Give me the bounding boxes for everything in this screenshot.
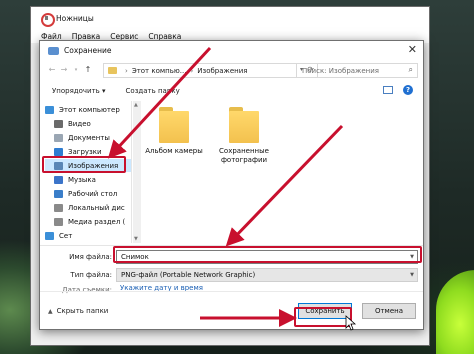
sidebar-item-label: Загрузки — [68, 147, 102, 156]
file-name: Альбом камеры — [145, 147, 203, 155]
sidebar-item-desktop[interactable]: Рабочий стол — [54, 187, 117, 200]
save-highlight — [294, 307, 352, 327]
dialog-title: Сохранение — [64, 46, 112, 55]
up-arrow-icon[interactable]: ↑ — [82, 65, 94, 74]
cancel-button[interactable]: Отмена — [362, 303, 416, 319]
scroll-down-icon[interactable]: ▼ — [134, 236, 138, 242]
breadcrumb-separator-icon: › — [125, 66, 128, 75]
file-item-camera-roll[interactable]: Альбом камеры — [144, 107, 204, 156]
filetype-value: PNG-файл (Portable Network Graphic) — [121, 271, 256, 279]
chevron-down-icon[interactable]: ▼ — [410, 272, 414, 278]
documents-icon — [54, 133, 63, 142]
view-options-icon[interactable] — [383, 86, 393, 94]
scissors-icon — [41, 13, 55, 27]
file-name: Сохраненные фотографии — [219, 147, 269, 164]
folder-icon — [108, 67, 117, 74]
sidebar-item-label: Медиа раздел ( — [68, 217, 126, 226]
hide-folders-label: Скрыть папки — [56, 307, 109, 315]
forward-arrow-icon[interactable]: → — [58, 65, 70, 74]
sidebar-item-documents[interactable]: Документы — [54, 131, 110, 144]
new-folder-button[interactable]: Создать папку — [126, 87, 180, 95]
filename-label: Имя файла: — [69, 253, 112, 261]
sidebar-item-label: Рабочий стол — [68, 189, 118, 198]
dialog-footer: ▲ Скрыть папки Сохранить Отмена — [40, 291, 423, 329]
breadcrumb-root[interactable]: Этот компью... — [132, 67, 187, 75]
file-item-saved-pictures[interactable]: Сохраненные фотографии — [214, 107, 274, 165]
sidebar-item-label: Локальный дис — [68, 203, 125, 212]
video-icon — [54, 119, 63, 128]
pictures-highlight — [42, 156, 126, 173]
folder-icon — [229, 107, 259, 143]
sidebar-item-video[interactable]: Видео — [54, 117, 91, 130]
hide-folders-toggle[interactable]: ▲ Скрыть папки — [48, 307, 108, 315]
filetype-label: Тип файла: — [70, 271, 112, 279]
save-dialog: Сохранение ✕ ← → ▾ ↑ › Этот компью... › … — [39, 40, 424, 330]
breadcrumb-current[interactable]: Изображения — [197, 67, 247, 75]
drive-icon — [54, 217, 63, 226]
filetype-select[interactable]: PNG-файл (Portable Network Graphic) ▼ — [116, 268, 418, 282]
sidebar-item-label: Этот компьютер — [59, 105, 120, 114]
filename-highlight — [113, 246, 422, 263]
sidebar-item-music[interactable]: Музыка — [54, 173, 96, 186]
sidebar-item-label: Сет — [59, 231, 73, 240]
sidebar-item-label: Музыка — [68, 175, 96, 184]
recent-dropdown-icon[interactable]: ▾ — [70, 67, 82, 73]
search-input[interactable]: Поиск: Изображения ⌕ — [296, 63, 418, 78]
address-bar[interactable]: › Этот компью... › Изображения ▾ ⟳ — [103, 63, 318, 78]
folder-icon — [159, 107, 189, 143]
sidebar-item-this-pc[interactable]: Этот компьютер — [45, 103, 120, 116]
sidebar-item-local-disk[interactable]: Локальный дис — [54, 201, 125, 214]
dialog-icon — [48, 46, 59, 55]
organize-button[interactable]: Упорядочить ▾ — [52, 87, 106, 95]
downloads-icon — [54, 147, 63, 156]
search-placeholder: Поиск: Изображения — [302, 66, 379, 75]
music-icon — [54, 175, 63, 184]
scroll-up-icon[interactable]: ▲ — [134, 102, 138, 108]
caret-up-icon: ▲ — [48, 307, 53, 315]
computer-icon — [45, 105, 54, 114]
snipping-tool-title: Ножницы — [56, 13, 94, 23]
drive-icon — [54, 203, 63, 212]
breadcrumb-separator-icon: › — [190, 66, 194, 75]
toolbar: Упорядочить ▾ Создать папку ? — [40, 82, 423, 99]
sidebar-item-label: Документы — [68, 133, 110, 142]
sidebar-item-network[interactable]: Сет — [45, 229, 72, 242]
sidebar-item-media-drive[interactable]: Медиа раздел ( — [54, 215, 125, 228]
search-icon: ⌕ — [408, 65, 413, 74]
close-icon[interactable]: ✕ — [408, 44, 417, 56]
snipping-tool-titlebar: Ножницы — [31, 7, 429, 29]
dialog-titlebar: Сохранение — [40, 41, 423, 60]
help-icon[interactable]: ? — [403, 85, 413, 95]
sidebar-item-label: Видео — [68, 119, 91, 128]
network-icon — [45, 231, 54, 240]
navigation-pane-scrollbar[interactable]: ▲ ▼ — [133, 101, 141, 243]
back-arrow-icon[interactable]: ← — [46, 65, 58, 74]
desktop-icon — [54, 189, 63, 198]
